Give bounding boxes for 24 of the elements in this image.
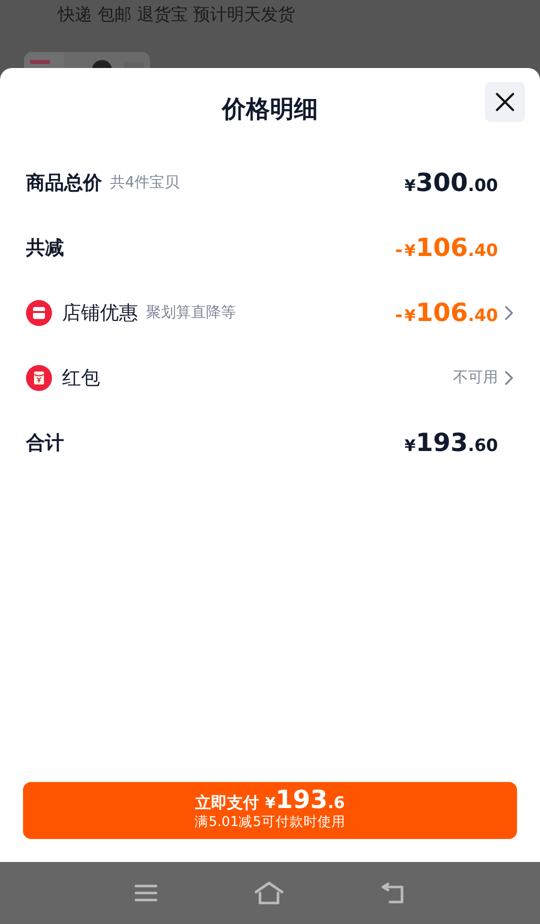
back-icon[interactable]: [380, 881, 406, 905]
store-icon: [26, 300, 52, 326]
shipping-info: 快递 包邮 退货宝 预计明天发货: [56, 4, 296, 27]
sheet-title: 价格明细: [222, 94, 318, 125]
pay-button[interactable]: 立即支付 ¥193.6 满5.01减5可付款时使用: [23, 782, 517, 839]
row-label: 合计: [26, 430, 64, 456]
home-icon[interactable]: [254, 881, 284, 905]
row-label: 店铺优惠: [62, 300, 138, 326]
price-amount: -¥106.40: [395, 298, 498, 327]
row-label: 商品总价: [26, 170, 102, 196]
row-label: 共减: [26, 236, 64, 260]
close-icon: [495, 92, 515, 112]
close-button[interactable]: [485, 82, 525, 122]
status-text: 不可用: [453, 368, 498, 387]
price-amount: ¥193.60: [404, 428, 498, 457]
price-amount: ¥300.00: [404, 168, 498, 197]
chevron-icon[interactable]: [504, 304, 514, 320]
row-note: 聚划算直降等: [146, 303, 236, 322]
envelope-icon: [26, 364, 52, 390]
row-note: 共4件宝贝: [110, 173, 180, 192]
menu-icon[interactable]: [134, 883, 158, 903]
row-label: 红包: [62, 366, 100, 390]
chevron-icon[interactable]: [504, 370, 514, 386]
price-amount: -¥106.40: [395, 233, 498, 262]
